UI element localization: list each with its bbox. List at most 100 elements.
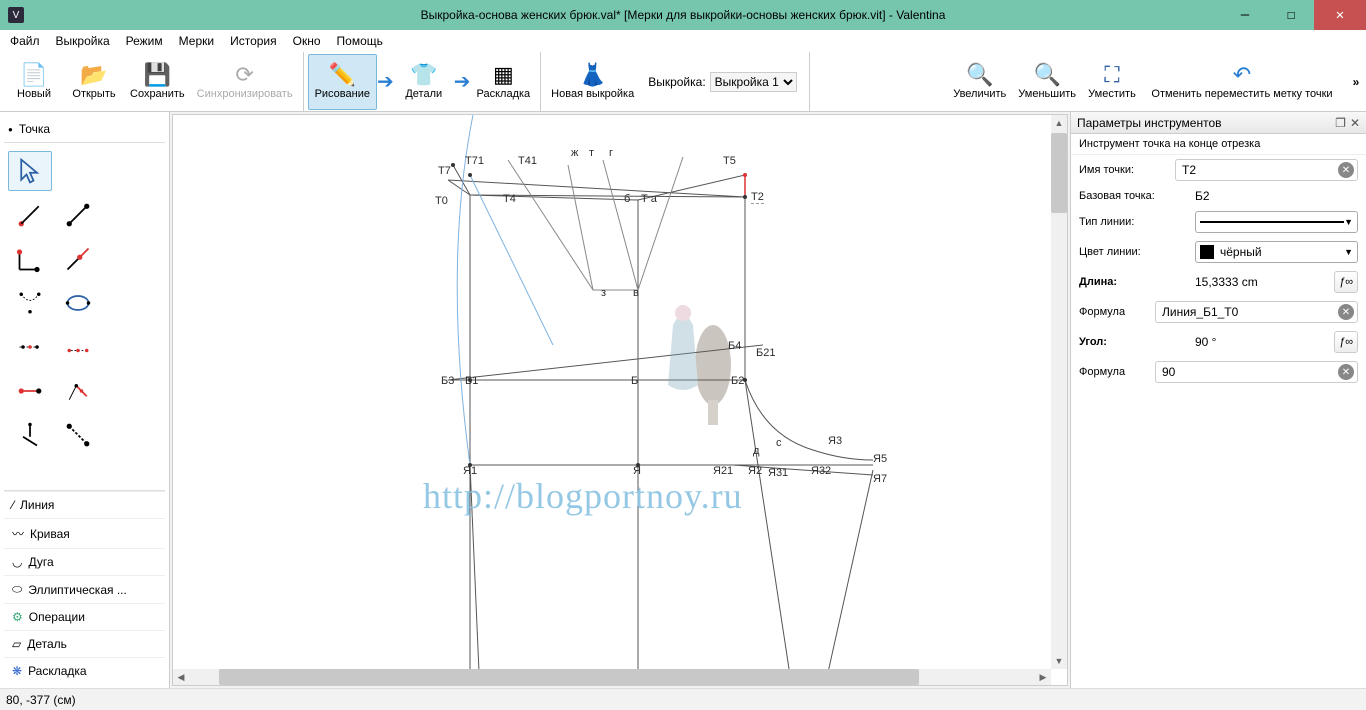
point-label: ж xyxy=(571,147,578,159)
pattern-label: Выкройка: xyxy=(648,75,705,89)
tool-alongline[interactable] xyxy=(8,239,52,279)
label-formula-len: Формула xyxy=(1079,306,1149,318)
detail-icon: ▱ xyxy=(12,637,21,651)
clear-icon[interactable]: ✕ xyxy=(1338,364,1354,380)
label-angle: Угол: xyxy=(1079,336,1189,348)
tool-bisector[interactable] xyxy=(8,283,52,323)
category-operations[interactable]: ⚙Операции xyxy=(4,603,165,630)
angle-value: 90 ° xyxy=(1195,335,1328,349)
pattern-select[interactable]: Выкройка 1 xyxy=(710,72,797,92)
category-layout[interactable]: ❋Раскладка xyxy=(4,657,165,684)
point-label: Б21 xyxy=(756,347,775,359)
point-label: б xyxy=(624,193,630,205)
tool-height[interactable] xyxy=(56,371,100,411)
menubar: Файл Выкройка Режим Мерки История Окно П… xyxy=(0,30,1366,52)
line-color-select[interactable]: чёрный▼ xyxy=(1195,241,1358,263)
tool-pointintersect[interactable] xyxy=(8,371,52,411)
category-curve[interactable]: 〰Кривая xyxy=(4,518,165,548)
base-point-value: Б2 xyxy=(1195,189,1210,203)
new-button[interactable]: 📄Новый xyxy=(4,54,64,110)
tool-arrow[interactable] xyxy=(8,151,52,191)
point-label: T5 xyxy=(723,155,736,167)
menu-measurements[interactable]: Мерки xyxy=(173,32,220,50)
arrow-icon: ➔ xyxy=(454,69,471,94)
line-type-select[interactable]: ▼ xyxy=(1195,211,1358,233)
new-pattern-icon: 👗 xyxy=(579,64,606,86)
drawing-canvas[interactable]: http://blogportnoy.ru T7 T0 T71 T4 T41 ж… xyxy=(172,114,1068,686)
layout-mode-button[interactable]: ▦Раскладка xyxy=(471,54,537,110)
close-panel-icon[interactable]: ✕ xyxy=(1350,116,1360,130)
point-label: Б4 xyxy=(728,340,741,352)
undock-icon[interactable]: ❐ xyxy=(1335,116,1346,130)
undo-button[interactable]: ↶Отменить переместить метку точки xyxy=(1142,54,1342,110)
pencil-icon: ✏️ xyxy=(329,64,356,86)
category-detail[interactable]: ▱Деталь xyxy=(4,630,165,657)
tool-triangle[interactable] xyxy=(56,327,100,367)
point-label: з xyxy=(601,287,606,299)
properties-header[interactable]: Параметры инструментов ❐✕ xyxy=(1071,112,1366,134)
menu-file[interactable]: Файл xyxy=(4,32,46,50)
zoom-in-icon: 🔍 xyxy=(966,64,993,86)
toolbar-overflow[interactable]: » xyxy=(1346,52,1366,111)
point-label: Я32 xyxy=(811,465,831,477)
zoom-in-button[interactable]: 🔍Увеличить xyxy=(947,54,1012,110)
tool-curveintersect[interactable] xyxy=(56,415,100,455)
formula-length-input[interactable] xyxy=(1155,301,1358,323)
tool-normal[interactable] xyxy=(56,239,100,279)
fx-button-length[interactable]: ƒ∞ xyxy=(1334,271,1358,293)
point-label: Б1 xyxy=(465,375,478,387)
clear-icon[interactable]: ✕ xyxy=(1338,162,1354,178)
category-arc[interactable]: ◡Дуга xyxy=(4,548,165,575)
tool-line[interactable] xyxy=(56,195,100,235)
length-value: 15,3333 cm xyxy=(1195,275,1328,289)
layout-icon: ▦ xyxy=(493,64,514,86)
menu-history[interactable]: История xyxy=(224,32,283,50)
category-elliptical[interactable]: ⬭Эллиптическая ... xyxy=(4,575,165,603)
tool-pointofcontact[interactable] xyxy=(8,327,52,367)
label-base-point: Базовая точка: xyxy=(1079,190,1189,202)
menu-help[interactable]: Помощь xyxy=(331,32,389,50)
tool-shoulder[interactable] xyxy=(56,283,100,323)
layout-icon: ❋ xyxy=(12,664,22,678)
color-swatch xyxy=(1200,245,1214,259)
tool-category-header[interactable]: Точка xyxy=(4,116,165,143)
point-name-input[interactable] xyxy=(1175,159,1358,181)
horizontal-scrollbar[interactable]: ◀▶ xyxy=(173,669,1051,685)
point-label: Т2 xyxy=(751,191,764,204)
point-label: Б xyxy=(631,375,638,387)
vertical-scrollbar[interactable]: ▲▼ xyxy=(1051,115,1067,669)
details-mode-button[interactable]: 👕Детали xyxy=(394,54,454,110)
point-label: T7 xyxy=(438,165,451,177)
zoom-out-button[interactable]: 🔍Уменьшить xyxy=(1012,54,1082,110)
zoom-fit-icon: ⛶ xyxy=(1104,64,1119,86)
point-label: Я1 xyxy=(463,465,477,477)
point-label: Т а xyxy=(641,193,657,205)
line-icon: ⁄ xyxy=(12,498,14,512)
clear-icon[interactable]: ✕ xyxy=(1338,304,1354,320)
watermark-image xyxy=(653,295,743,425)
menu-window[interactable]: Окно xyxy=(287,32,327,50)
save-button[interactable]: 💾Сохранить xyxy=(124,54,191,110)
open-icon: 📂 xyxy=(80,64,107,86)
menu-pattern[interactable]: Выкройка xyxy=(50,32,116,50)
point-label: Б3 xyxy=(441,375,454,387)
category-line[interactable]: ⁄Линия xyxy=(4,491,165,518)
menu-mode[interactable]: Режим xyxy=(120,32,169,50)
gear-icon: ⚙ xyxy=(12,610,23,624)
fx-button-angle[interactable]: ƒ∞ xyxy=(1334,331,1358,353)
tool-lineintersect[interactable] xyxy=(8,415,52,455)
tool-panel: Точка ⁄Линия 〰Кривая ◡Дуга ⬭Эллиптическа… xyxy=(0,112,170,688)
tool-endline[interactable] xyxy=(8,195,52,235)
zoom-out-icon: 🔍 xyxy=(1033,64,1060,86)
open-button[interactable]: 📂Открыть xyxy=(64,54,124,110)
arc-icon: ◡ xyxy=(12,555,22,569)
properties-panel: Параметры инструментов ❐✕ Инструмент точ… xyxy=(1070,112,1366,688)
pattern-svg xyxy=(173,115,1053,686)
draw-mode-button[interactable]: ✏️Рисование xyxy=(308,54,377,110)
point-label: Я31 xyxy=(768,467,788,479)
new-pattern-button[interactable]: 👗Новая выкройка xyxy=(545,54,640,110)
zoom-fit-button[interactable]: ⛶Уместить xyxy=(1082,54,1142,110)
formula-angle-input[interactable] xyxy=(1155,361,1358,383)
undo-icon: ↶ xyxy=(1233,64,1251,86)
statusbar: 80, -377 (см) xyxy=(0,688,1366,710)
